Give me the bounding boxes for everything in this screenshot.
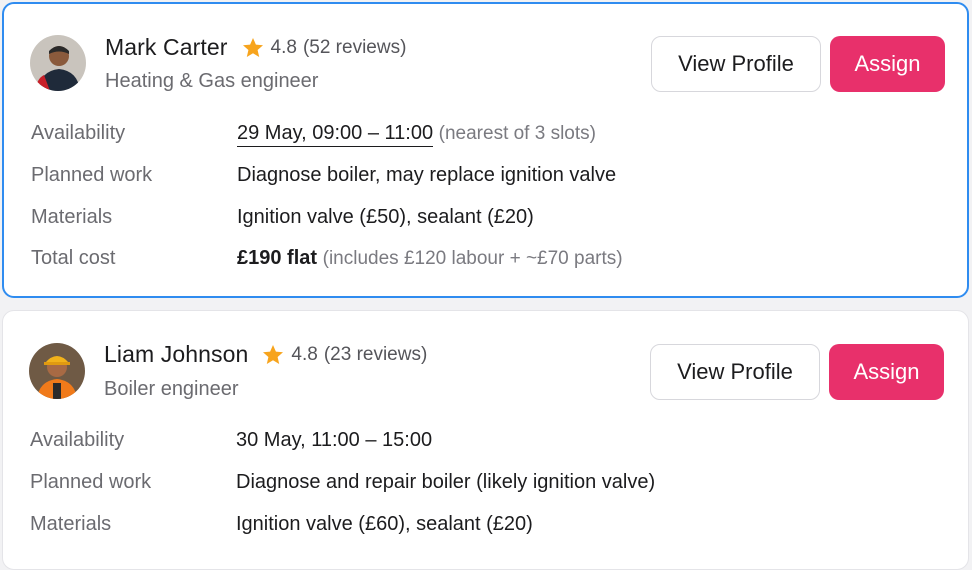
provider-card-liam-johnson[interactable]: Liam Johnson 4.8 (23 reviews) Boiler eng… xyxy=(2,310,969,570)
availability-label: Availability xyxy=(30,429,125,451)
provider-card-mark-carter[interactable]: Mark Carter 4.8 (52 reviews) Heating & G… xyxy=(2,2,969,298)
provider-name: Liam Johnson xyxy=(104,341,249,367)
assign-button[interactable]: Assign xyxy=(830,36,945,92)
total-cost-label: Total cost xyxy=(31,247,116,269)
planned-work-label: Planned work xyxy=(31,164,153,186)
review-count: (52 reviews) xyxy=(302,36,407,58)
rating-value: 4.8 xyxy=(270,36,297,58)
materials-value: Ignition valve (£60), sealant (£20) xyxy=(236,513,533,535)
view-profile-button[interactable]: View Profile xyxy=(650,344,820,400)
availability-value: 29 May, 09:00 – 11:00 (nearest of 3 slot… xyxy=(237,122,596,147)
planned-work-label: Planned work xyxy=(30,471,152,493)
total-cost-note: (includes £120 labour + ~£70 parts) xyxy=(322,248,623,269)
star-icon xyxy=(263,344,284,364)
provider-role: Boiler engineer xyxy=(104,378,239,400)
availability-slot-link[interactable]: 29 May, 09:00 – 11:00 xyxy=(237,122,434,147)
availability-value: 30 May, 11:00 – 15:00 xyxy=(236,429,433,451)
availability-note: (nearest of 3 slots) xyxy=(438,123,596,144)
total-cost-amount: £190 flat xyxy=(237,247,318,269)
star-icon xyxy=(242,37,263,57)
materials-label: Materials xyxy=(31,206,113,228)
avatar xyxy=(29,343,85,399)
review-count: (23 reviews) xyxy=(323,343,428,365)
provider-role: Heating & Gas engineer xyxy=(105,70,319,92)
planned-work-value: Diagnose and repair boiler (likely ignit… xyxy=(236,471,656,493)
view-profile-button[interactable]: View Profile xyxy=(651,36,821,92)
materials-value: Ignition valve (£50), sealant (£20) xyxy=(237,206,534,228)
avatar xyxy=(30,35,86,91)
assign-button[interactable]: Assign xyxy=(829,344,944,400)
total-cost-value: £190 flat (includes £120 labour + ~£70 p… xyxy=(237,247,623,270)
availability-label: Availability xyxy=(31,122,126,144)
materials-label: Materials xyxy=(30,513,112,535)
planned-work-value: Diagnose boiler, may replace ignition va… xyxy=(237,164,617,186)
rating-value: 4.8 xyxy=(291,343,318,365)
provider-name: Mark Carter xyxy=(105,34,228,60)
